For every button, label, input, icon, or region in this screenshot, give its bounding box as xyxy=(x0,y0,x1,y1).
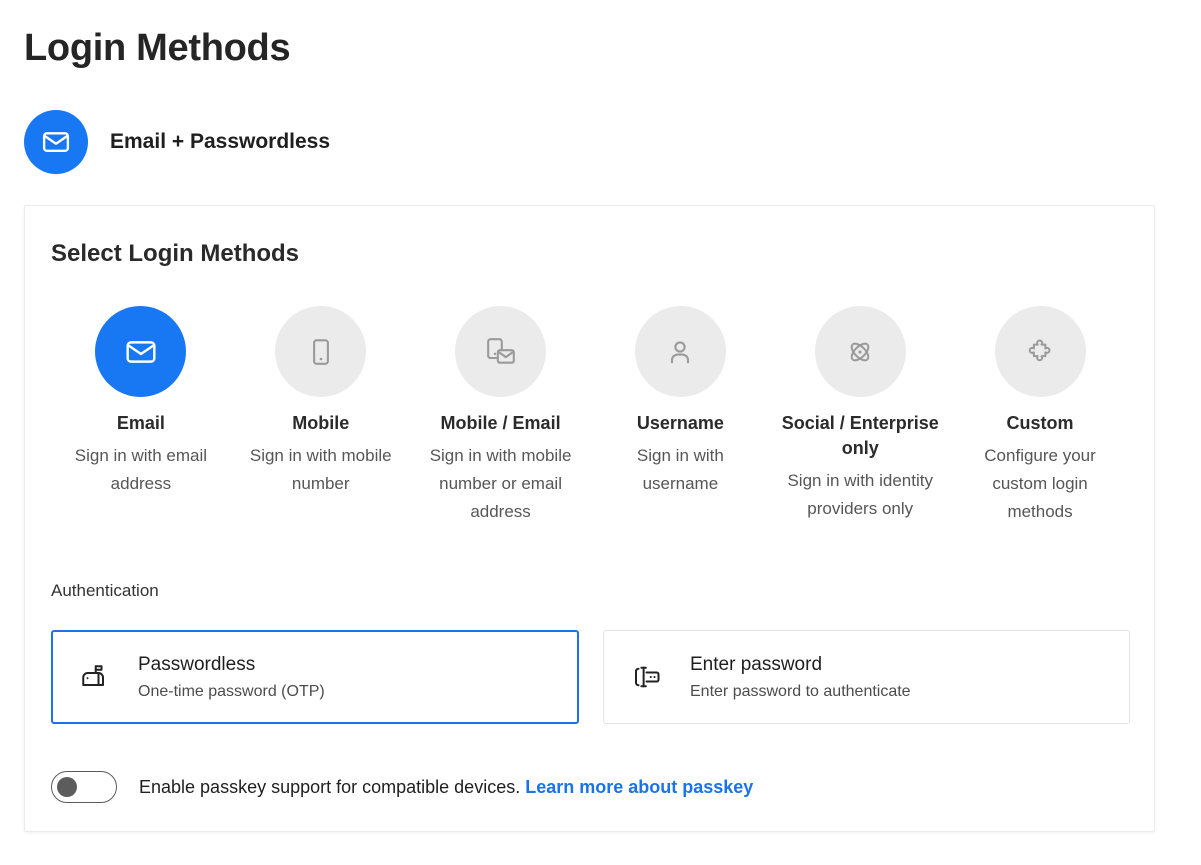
passkey-label: Enable passkey support for compatible de… xyxy=(139,777,520,797)
method-name: Email xyxy=(117,411,165,436)
page-title: Login Methods xyxy=(24,24,290,72)
method-description: Sign in with identity providers only xyxy=(784,467,936,523)
passkey-row: Enable passkey support for compatible de… xyxy=(51,771,753,803)
method-name: Mobile xyxy=(292,411,349,436)
mobile-phone-icon xyxy=(275,306,366,397)
auth-option-title: Passwordless xyxy=(138,652,325,678)
atom-orbit-icon xyxy=(815,306,906,397)
auth-option-title: Enter password xyxy=(690,652,911,678)
method-name: Mobile / Email xyxy=(441,411,561,436)
method-option-custom[interactable]: Custom Configure your custom login metho… xyxy=(950,306,1130,526)
auth-option-subtitle: Enter password to authenticate xyxy=(690,681,911,703)
login-methods-page: Login Methods Email + Passwordless Selec… xyxy=(0,0,1201,865)
passkey-toggle[interactable] xyxy=(51,771,117,803)
auth-option-texts: Passwordless One-time password (OTP) xyxy=(138,652,325,703)
authentication-options: Passwordless One-time password (OTP) xyxy=(51,630,1130,724)
envelope-icon xyxy=(95,306,186,397)
method-description: Configure your custom login methods xyxy=(964,442,1116,526)
mobile-envelope-icon xyxy=(455,306,546,397)
select-login-methods-card: Select Login Methods Email Sign in with … xyxy=(24,205,1155,832)
method-option-mobile-email[interactable]: Mobile / Email Sign in with mobile numbe… xyxy=(411,306,591,526)
method-option-email[interactable]: Email Sign in with email address xyxy=(51,306,231,498)
method-description: Sign in with mobile number or email addr… xyxy=(425,442,577,526)
auth-option-enter-password[interactable]: Enter password Enter password to authent… xyxy=(603,630,1130,724)
method-option-username[interactable]: Username Sign in with username xyxy=(590,306,770,498)
passkey-learn-more-link[interactable]: Learn more about passkey xyxy=(525,777,753,797)
method-name: Custom xyxy=(1007,411,1074,436)
method-name: Social / Enterprise only xyxy=(776,411,944,461)
method-name: Username xyxy=(637,411,724,436)
authentication-heading: Authentication xyxy=(51,581,159,601)
card-title: Select Login Methods xyxy=(51,240,299,268)
method-option-mobile[interactable]: Mobile Sign in with mobile number xyxy=(231,306,411,498)
summary-envelope-icon xyxy=(24,110,88,174)
mailbox-icon xyxy=(78,662,112,692)
passkey-description: Enable passkey support for compatible de… xyxy=(139,777,753,798)
auth-option-passwordless[interactable]: Passwordless One-time password (OTP) xyxy=(51,630,579,724)
method-option-social-enterprise[interactable]: Social / Enterprise only Sign in with id… xyxy=(770,306,950,523)
login-methods-list: Email Sign in with email address Mobile … xyxy=(51,306,1130,526)
puzzle-piece-icon xyxy=(995,306,1086,397)
current-method-summary: Email + Passwordless xyxy=(24,110,330,174)
toggle-knob xyxy=(57,777,77,797)
summary-label: Email + Passwordless xyxy=(110,130,330,154)
person-icon xyxy=(635,306,726,397)
method-description: Sign in with mobile number xyxy=(245,442,397,498)
auth-option-texts: Enter password Enter password to authent… xyxy=(690,652,911,703)
password-field-icon xyxy=(630,662,664,692)
method-description: Sign in with username xyxy=(604,442,756,498)
method-description: Sign in with email address xyxy=(65,442,217,498)
auth-option-subtitle: One-time password (OTP) xyxy=(138,681,325,703)
